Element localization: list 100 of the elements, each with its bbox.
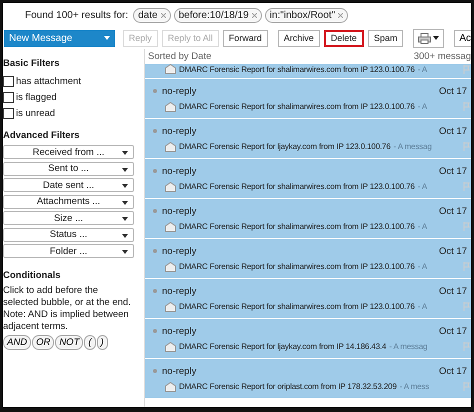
message-row[interactable]: no-reply Oct 17 DMARC Forensic Report for oriplast.com from IP 178.32.53.209 - A mess [145, 359, 471, 399]
print-menu-button[interactable] [413, 28, 444, 48]
message-subject: DMARC Forensic Report for shalimarwires.com from IP 123.0.100.76 [179, 182, 415, 191]
caret-icon [104, 36, 110, 40]
message-preview: - A [418, 222, 428, 231]
flag-icon[interactable] [463, 382, 470, 391]
status-dot [153, 249, 157, 253]
message-row[interactable]: no-reply Oct 17 DMARC Forensic Report for shalimarwires.com from IP 123.0.100.76 - A [145, 239, 471, 279]
message-subject: DMARC Forensic Report for ljaykay.com from IP 123.0.100.76 [179, 142, 391, 151]
message-row[interactable]: no-reply Oct 17 DMARC Forensic Report for shalimarwires.com from IP 123.0.100.76 - A [145, 199, 471, 239]
message-row[interactable]: no-reply Oct 17 DMARC Forensic Report for shalimarwires.com from IP 123.0.100.76 - A [145, 159, 471, 199]
filter-dropdown[interactable]: Status ... [3, 228, 134, 242]
checkbox-label: is unread [16, 108, 56, 118]
message-subject: DMARC Forensic Report for shalimarwires.com from IP 123.0.100.76 [179, 302, 415, 311]
toolbar-button[interactable]: Delete [324, 30, 364, 46]
message-preview: - A [418, 302, 428, 311]
message-subject: DMARC Forensic Report for shalimarwires.com from IP 123.0.100.76 [179, 262, 415, 271]
message-preview: - A messag [394, 142, 432, 151]
message-sender: no-reply [162, 166, 196, 176]
message-preview: - A [418, 64, 428, 74]
message-subject: DMARC Forensic Report for oriplast.com from IP 178.32.53.209 [179, 382, 397, 391]
filter-dropdown[interactable]: Folder ... [3, 244, 134, 258]
message-subject: DMARC Forensic Report for shalimarwires.com from IP 123.0.100.76 [179, 102, 415, 111]
status-dot [153, 169, 157, 173]
message-preview: - A [418, 102, 428, 111]
printer-icon [418, 32, 432, 44]
filter-dropdown[interactable]: Received from ... [3, 145, 134, 159]
message-preview: - A [418, 182, 428, 191]
status-dot [153, 329, 157, 333]
sort-label[interactable]: Sorted by Date [148, 51, 212, 62]
operator-bubble[interactable]: ( [84, 334, 96, 350]
checkbox-label: has attachment [16, 76, 81, 86]
message-preview: - A [418, 262, 428, 271]
checkbox[interactable] [3, 76, 14, 86]
message-date: Oct 17 [439, 86, 467, 96]
message-preview: - A mess [400, 382, 430, 391]
flag-icon[interactable] [463, 182, 470, 191]
operator-bubble[interactable]: NOT [55, 334, 84, 350]
message-subject: DMARC Forensic Report for ljaykay.com from IP 14.186.43.4 [179, 342, 386, 351]
toolbar-button[interactable]: Ac [454, 30, 471, 46]
toolbar-button[interactable]: Archive [278, 30, 320, 46]
search-bubble[interactable]: date [133, 8, 171, 22]
caret-icon [122, 151, 128, 155]
filter-dropdown[interactable]: Date sent ... [3, 178, 134, 192]
filter-dropdown[interactable]: Sent to ... [3, 162, 134, 176]
checkbox[interactable] [3, 108, 14, 118]
envelope-icon [165, 342, 176, 352]
checkbox-label: is flagged [16, 92, 57, 102]
new-message-button[interactable]: New Message [4, 30, 115, 46]
message-sender: no-reply [162, 366, 196, 376]
operator-bubble[interactable]: AND [3, 334, 32, 350]
flag-icon[interactable] [463, 342, 470, 351]
operator-bubble[interactable]: ) [96, 334, 108, 350]
message-date: Oct 17 [439, 246, 467, 256]
message-date: Oct 17 [439, 206, 467, 216]
status-dot [153, 209, 157, 213]
message-date: Oct 17 [439, 166, 467, 176]
message-row[interactable]: no-reply Oct 17 DMARC Forensic Report for shalimarwires.com from IP 123.0.100.76 - A [145, 279, 471, 319]
message-row[interactable]: no-reply Oct 17 DMARC Forensic Report for ljaykay.com from IP 123.0.100.76 - A messag [145, 119, 471, 159]
results-label: Found 100+ results for: [25, 10, 128, 20]
caret-icon [122, 217, 128, 221]
checkbox[interactable] [3, 92, 14, 102]
close-icon[interactable] [252, 12, 257, 18]
flag-icon[interactable] [463, 262, 470, 271]
search-bubble[interactable]: before:10/18/19 [174, 8, 262, 22]
message-date: Oct 17 [439, 326, 467, 336]
envelope-icon [165, 262, 176, 272]
message-sender: no-reply [162, 86, 196, 96]
message-date: Oct 17 [439, 366, 467, 376]
status-dot [153, 129, 157, 133]
operator-bubble[interactable]: OR [32, 334, 54, 350]
envelope-icon [165, 142, 176, 152]
toolbar-button[interactable]: Forward [222, 30, 268, 46]
message-row[interactable]: no-reply Oct 17 DMARC Forensic Report for shalimarwires.com from IP 123.0.100.76 - A [145, 79, 471, 119]
flag-icon[interactable] [463, 64, 470, 74]
caret-icon [433, 36, 440, 40]
caret-icon [122, 168, 128, 172]
message-count: 300+ messag [414, 51, 471, 62]
flag-icon[interactable] [463, 102, 470, 111]
close-icon[interactable] [338, 12, 344, 18]
message-sender: no-reply [162, 206, 196, 216]
filter-dropdown[interactable]: Size ... [3, 211, 134, 225]
section-title: Advanced Filters [3, 130, 81, 141]
flag-icon[interactable] [463, 222, 470, 231]
envelope-icon [165, 302, 176, 312]
flag-icon[interactable] [463, 142, 470, 151]
filter-dropdown[interactable]: Attachments ... [3, 194, 134, 208]
message-row[interactable]: no-reply Oct 17 DMARC Forensic Report for ljaykay.com from IP 14.186.43.4 - A messag [145, 319, 471, 359]
search-bubble[interactable]: in:"inbox/Root" [264, 8, 348, 22]
close-icon[interactable] [160, 12, 166, 18]
caret-icon [122, 250, 128, 254]
flag-icon[interactable] [463, 302, 470, 311]
message-sender: no-reply [162, 326, 196, 336]
message-row[interactable]: DMARC Forensic Report for shalimarwires.com from IP 123.0.100.76 - A [145, 64, 471, 79]
message-subject: DMARC Forensic Report for shalimarwires.com from IP 123.0.100.76 [179, 222, 415, 231]
toolbar-button[interactable]: Spam [368, 30, 404, 46]
envelope-icon [165, 182, 176, 192]
envelope-icon [165, 102, 176, 112]
message-sender: no-reply [162, 126, 196, 136]
message-sender: no-reply [162, 246, 196, 256]
